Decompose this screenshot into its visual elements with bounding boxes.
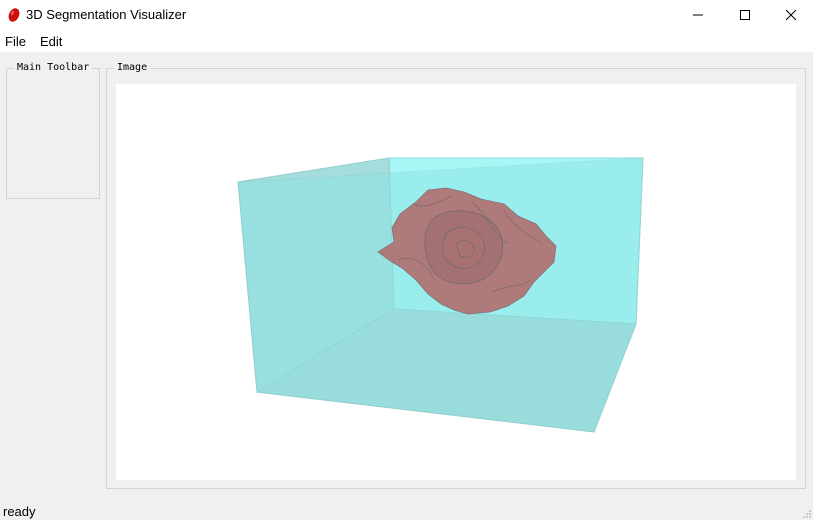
3d-render: [237, 157, 644, 433]
close-icon: [785, 9, 797, 21]
status-text: ready: [3, 504, 36, 519]
menu-file[interactable]: File: [5, 34, 26, 49]
main-toolbar-title: Main Toolbar: [14, 62, 93, 74]
title-bar: 3D Segmentation Visualizer: [0, 0, 813, 30]
maximize-icon: [740, 10, 750, 20]
image-group-title: Image: [114, 62, 151, 74]
close-button[interactable]: [768, 0, 813, 30]
bounding-box-front-face: [237, 157, 644, 433]
maximize-button[interactable]: [722, 0, 768, 30]
menu-bar: File Edit: [0, 30, 813, 52]
main-toolbar-group: Main Toolbar: [6, 62, 100, 199]
3d-viewport[interactable]: [116, 84, 796, 480]
minimize-icon: [693, 14, 703, 16]
menu-edit[interactable]: Edit: [40, 34, 62, 49]
window-title: 3D Segmentation Visualizer: [26, 7, 187, 22]
resize-grip-icon[interactable]: [802, 509, 812, 519]
status-bar: ready: [0, 500, 813, 520]
red-blob-icon: [8, 8, 20, 22]
minimize-button[interactable]: [675, 0, 721, 30]
